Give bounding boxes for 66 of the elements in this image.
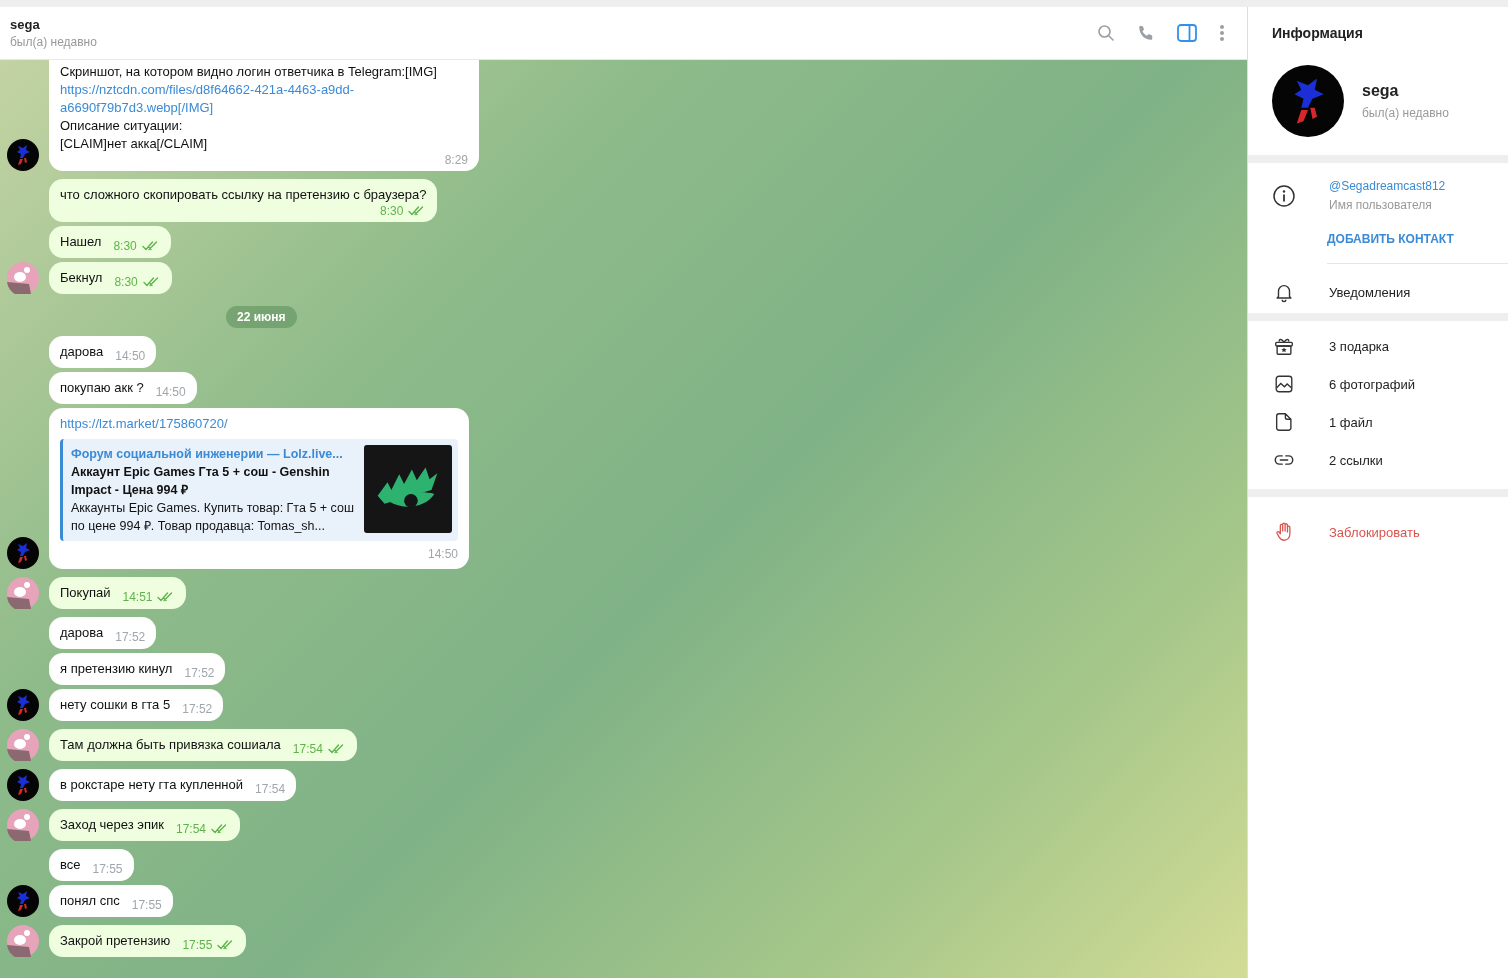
message-time: 17:55 bbox=[131, 897, 162, 914]
message-time: 17:52 bbox=[115, 629, 146, 646]
link-preview[interactable]: Форум социальной инженерии — Lolz.live... Аккаунт Epic Games Гта 5 + сош - Genshin Impact - Цена 994 ₽ Аккаунты Epic Games. Купить товар: Гта 5 + сош по цене 994 ₽. Товар продавца: Tomas_sh... bbox=[60, 439, 458, 541]
media-item[interactable]: 2 ссылки bbox=[1329, 452, 1383, 468]
notifications-item[interactable]: Уведомления bbox=[1329, 284, 1411, 300]
message-time: 14:51 bbox=[122, 589, 153, 606]
username-label: Имя пользователя bbox=[1329, 198, 1433, 212]
date-separator: 22 июня bbox=[226, 306, 297, 328]
message-text: понял спс bbox=[60, 892, 120, 910]
message-text: покупаю акк ? bbox=[60, 379, 144, 397]
panel-title: Информация bbox=[1272, 25, 1364, 41]
message-text: дарова bbox=[60, 624, 104, 642]
message-text: Скриншот, на котором видно логин ответчика в Telegram:[IMG] bbox=[60, 63, 438, 81]
message-time: 17:54 bbox=[175, 821, 206, 838]
message-time: 8:30 bbox=[114, 274, 138, 291]
message-time: 8:29 bbox=[444, 153, 468, 167]
message-time: 8:30 bbox=[380, 204, 404, 218]
info-icon bbox=[1272, 183, 1296, 208]
message-text: Заход через эпик bbox=[60, 816, 164, 834]
add-contact-button[interactable]: ДОБАВИТЬ КОНТАКТ bbox=[1327, 232, 1454, 246]
more-icon[interactable] bbox=[1219, 24, 1225, 42]
username-link[interactable]: @Segadreamcast812 bbox=[1329, 179, 1446, 193]
message-text: Там должна быть привязка сошиала bbox=[60, 736, 281, 754]
profile-status: был(а) недавно bbox=[1362, 106, 1449, 120]
message-link[interactable]: a6690f79b7d3.webp[/IMG] bbox=[60, 99, 468, 117]
message-text: Покупай bbox=[60, 584, 111, 602]
message-text: в рокстаре нету гта купленной bbox=[60, 776, 244, 794]
block-button[interactable]: Заблокировать bbox=[1329, 524, 1420, 540]
message-text: нету сошки в гта 5 bbox=[60, 696, 171, 714]
profile-name: sega bbox=[1362, 82, 1400, 100]
file-icon bbox=[1273, 411, 1295, 433]
media-item[interactable]: 6 фотографий bbox=[1329, 376, 1415, 392]
message-time: 8:30 bbox=[113, 238, 137, 255]
message-text: Бекнул bbox=[60, 269, 103, 287]
profile-avatar bbox=[1272, 65, 1344, 137]
message-text: [CLAIM]нет акка[/CLAIM] bbox=[60, 135, 209, 153]
message-time: 17:54 bbox=[292, 741, 323, 758]
message-text: я претензию кинул bbox=[60, 660, 173, 678]
message-time: 17:55 bbox=[92, 861, 123, 878]
media-item[interactable]: 1 файл bbox=[1329, 414, 1373, 430]
preview-description: Аккаунты Epic Games. Купить товар: Гта 5 + сош по цене 994 ₽. Товар продавца: Tomas_sh... bbox=[71, 500, 355, 535]
message-text: Описание ситуации: bbox=[60, 117, 184, 135]
message-link[interactable]: https://nztcdn.com/files/d8f64662-421a-4463-a9dd- bbox=[60, 81, 468, 99]
message-time: 14:50 bbox=[155, 384, 186, 401]
eye-logo-icon bbox=[364, 445, 452, 533]
message-time: 17:52 bbox=[184, 665, 215, 682]
message-time: 17:54 bbox=[255, 781, 286, 798]
chat-title: sega bbox=[10, 17, 41, 32]
message-time: 17:55 bbox=[182, 937, 213, 954]
message-text: дарова bbox=[60, 343, 104, 361]
message-text: что сложного скопировать ссылку на претензию с браузера? bbox=[60, 186, 427, 204]
media-item[interactable]: 3 подарка bbox=[1329, 338, 1390, 354]
phone-icon[interactable] bbox=[1137, 24, 1155, 42]
message-time: 14:50 bbox=[115, 348, 146, 365]
message-text: Закрой претензию bbox=[60, 932, 171, 950]
message-text: все bbox=[60, 856, 81, 874]
message-time: 14:50 bbox=[427, 546, 458, 563]
message-text: Нашел bbox=[60, 233, 102, 251]
preview-site: Форум социальной инженерии — Lolz.live... bbox=[71, 446, 344, 463]
chat-status: был(а) недавно bbox=[10, 35, 98, 49]
search-icon[interactable] bbox=[1097, 24, 1115, 42]
photo-icon bbox=[1273, 373, 1295, 395]
message-time: 17:52 bbox=[182, 701, 213, 718]
message-link[interactable]: https://lzt.market/175860720/ bbox=[60, 415, 458, 433]
preview-title: Аккаунт Epic Games Гта 5 + сош - Genshin Impact - Цена 994 ₽ bbox=[71, 464, 331, 499]
side-panel-icon[interactable] bbox=[1177, 24, 1197, 42]
